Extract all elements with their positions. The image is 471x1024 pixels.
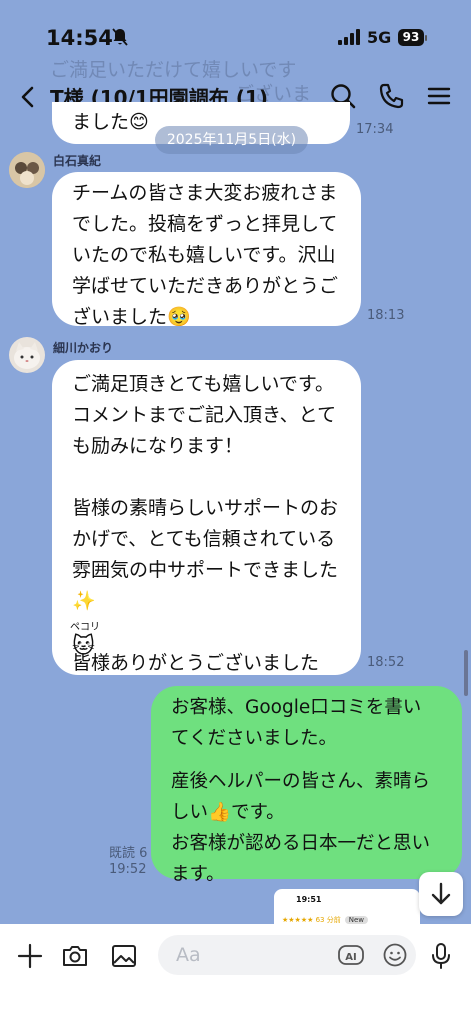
input-placeholder: Aa [176, 944, 201, 966]
avatar[interactable] [9, 152, 45, 188]
sticker-caption: ペコリ [70, 622, 100, 633]
ai-icon[interactable]: AI [338, 943, 364, 967]
message-line: かげで、とても信頼されている [72, 528, 336, 550]
status-time: 14:54 [46, 26, 113, 50]
message-line: コメントまでご記入頂き、とて [72, 404, 337, 426]
message-line: ます。 [171, 864, 225, 885]
chevron-left-icon[interactable] [16, 84, 42, 110]
battery-indicator: 93 [398, 29, 427, 46]
plus-icon[interactable] [16, 942, 44, 970]
avatar-image [9, 152, 45, 188]
message-time: 18:13 [367, 308, 405, 323]
message-line: チームの皆さま大変お疲れさま [72, 182, 338, 204]
message-bubble[interactable]: ご満足頂きとても嬉しいです。 コメントまでご記入頂き、とて も励みになります！ … [52, 360, 361, 675]
message-line [171, 754, 442, 766]
cat-avatar-icon [9, 337, 45, 373]
message-line: いたので私も嬉しいです。沢山 [72, 244, 336, 266]
message-time: 18:52 [367, 655, 405, 670]
message-input[interactable]: Aa AI [158, 935, 416, 975]
emoji-icon[interactable] [382, 942, 408, 968]
message-line [72, 462, 341, 493]
image-icon[interactable] [110, 942, 138, 970]
mic-icon[interactable] [427, 942, 455, 970]
message-line: お客様が認める日本一だと思い [171, 833, 431, 854]
date-separator: 2025年11月5日(水) [155, 126, 308, 154]
new-badge: New [344, 916, 369, 924]
scrollbar[interactable] [464, 650, 468, 696]
ai-label: AI [345, 952, 356, 963]
camera-icon[interactable] [61, 942, 89, 970]
network-type: 5G [367, 28, 392, 47]
message-composer: Aa AI [0, 924, 471, 1024]
scroll-to-bottom-button[interactable] [419, 872, 463, 916]
sender-name: 細川かおり [53, 341, 114, 355]
message-line: でした。投稿をずっと拝見して [72, 213, 338, 235]
bell-muted-icon [112, 28, 128, 46]
image-message-thumbnail[interactable]: 19:51 ★★★★★ 63 分前 New [274, 889, 420, 929]
avatar[interactable] [9, 337, 45, 373]
thumbnail-rating: ★★★★★ 63 分前 [282, 916, 341, 924]
read-receipt: 既読 6 19:52 [109, 846, 147, 878]
message-line: 皆様ありがとうございました [72, 652, 320, 674]
message-bubble-outgoing[interactable]: お客様、Google口コミを書い てくださいました。 産後ヘルパーの皆さん、素晴… [151, 686, 462, 885]
message-line: ざいました🥹 [72, 306, 191, 328]
message-time: 17:34 [356, 122, 394, 137]
phone-icon[interactable] [378, 82, 406, 110]
message-line [72, 617, 341, 648]
message-line: も励みになります！ [72, 435, 244, 457]
message-line: 産後ヘルパーの皆さん、素晴ら [171, 771, 431, 792]
arrow-down-icon [431, 882, 451, 905]
message-line: 学ばせていただきありがとうご [72, 275, 339, 297]
message-line: お客様、Google口コミを書い [171, 697, 422, 718]
bowing-cat-emoji: ペコリ 🐱 [70, 622, 106, 664]
signal-icon [338, 29, 360, 45]
thumbnail-time: 19:51 [296, 895, 322, 904]
message-line: ご満足頂きとても嬉しいです。 [72, 373, 335, 395]
cat-emoji: 🐱 [72, 634, 95, 659]
read-count: 既読 6 [109, 846, 148, 861]
message-line: 皆様の素晴らしいサポートのお [72, 497, 339, 519]
message-line: しい👍です。 [171, 802, 285, 823]
message-line: 雰囲気の中サポートできました [72, 559, 339, 581]
message-line: てくださいました。 [171, 728, 337, 749]
message-time: 19:52 [109, 862, 147, 877]
menu-icon[interactable] [425, 82, 453, 110]
sparkles-emoji: ✨ [72, 590, 96, 612]
sender-name: 白石真紀 [53, 154, 102, 168]
message-bubble[interactable]: チームの皆さま大変お疲れさま でした。投稿をずっと拝見して いたので私も嬉しいで… [52, 172, 361, 328]
